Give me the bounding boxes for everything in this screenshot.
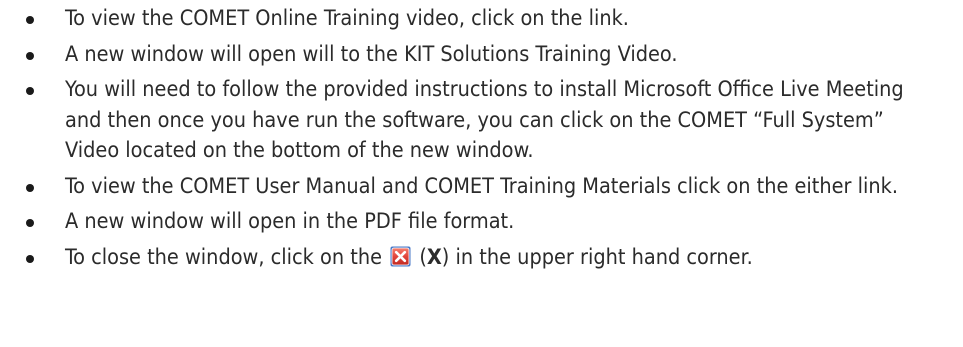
bullet-icon	[26, 87, 34, 95]
list-item-text: To view the COMET Online Training video,…	[65, 6, 629, 31]
bullet-icon	[26, 51, 34, 60]
close-x-label: (X)	[419, 244, 450, 270]
list-item-text: To close the window, click on the (X) in	[65, 243, 943, 274]
list-item: You will need to follow the provided ins…	[0, 75, 963, 167]
close-window-icon	[390, 246, 411, 266]
list-item: To view the COMET User Manual and COMET …	[0, 172, 963, 203]
close-instruction-prefix: To close the window, click on the	[65, 244, 382, 270]
bullet-icon	[26, 183, 34, 192]
bullet-icon	[26, 219, 34, 227]
list-item: To close the window, click on the (X) in	[0, 243, 963, 274]
list-item: A new window will open in the PDF file f…	[0, 207, 963, 238]
close-instruction-suffix: in the upper right hand corner.	[455, 244, 753, 270]
bullet-icon	[26, 254, 34, 263]
bullet-icon	[26, 16, 34, 24]
list-item-text: To view the COMET User Manual and COMET …	[65, 173, 898, 199]
list-item-text: A new window will open in the PDF file f…	[65, 209, 515, 234]
list-item: A new window will open will to the KIT S…	[0, 40, 963, 71]
list-item-text: A new window will open will to the KIT S…	[65, 41, 678, 67]
list-item: To view the COMET Online Training video,…	[0, 4, 963, 35]
document-page: To view the COMET Online Training video,…	[0, 0, 963, 347]
list-item-text: You will need to follow the provided ins…	[65, 77, 904, 163]
instruction-list: To view the COMET Online Training video,…	[0, 4, 963, 278]
